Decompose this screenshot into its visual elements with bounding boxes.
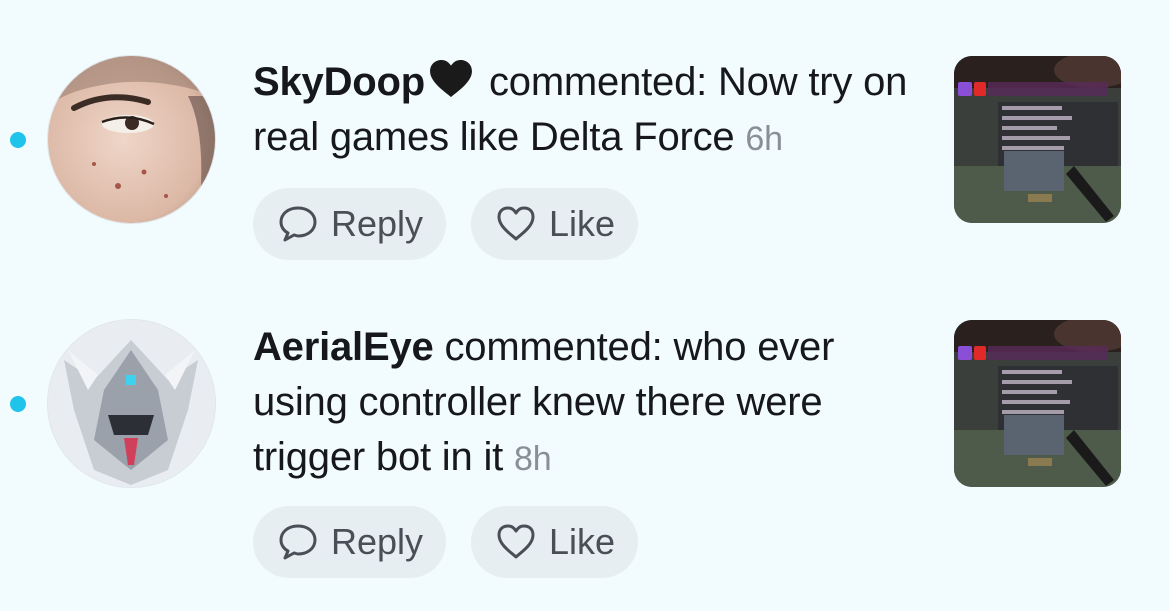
like-label: Like bbox=[549, 203, 616, 244]
like-button[interactable]: Like bbox=[471, 506, 638, 578]
notification-item[interactable]: AerialEye commented: who ever using cont… bbox=[0, 290, 1169, 611]
like-button[interactable]: Like bbox=[471, 188, 638, 260]
comment-action: commented: bbox=[488, 60, 708, 104]
reply-label: Reply bbox=[331, 521, 424, 562]
reply-button[interactable]: Reply bbox=[253, 506, 446, 578]
black-heart-icon bbox=[430, 59, 472, 98]
timestamp: 6h bbox=[745, 120, 783, 158]
video-thumbnail[interactable] bbox=[954, 320, 1121, 487]
reply-bubble-icon bbox=[279, 206, 317, 242]
unread-indicator bbox=[10, 132, 26, 148]
heart-outline-icon bbox=[497, 524, 535, 559]
unread-indicator bbox=[10, 396, 26, 412]
video-thumbnail[interactable] bbox=[954, 56, 1121, 223]
reply-button[interactable]: Reply bbox=[253, 188, 446, 260]
reply-bubble-icon bbox=[279, 524, 317, 560]
username[interactable]: SkyDoop bbox=[253, 60, 425, 104]
heart-outline-icon bbox=[497, 206, 535, 241]
comment-text: AerialEye commented: who ever using cont… bbox=[253, 320, 933, 487]
like-label: Like bbox=[549, 521, 616, 562]
comment-action: commented: bbox=[444, 325, 663, 369]
notification-item[interactable]: SkyDoop commented: Now try on real games… bbox=[0, 0, 1169, 290]
comment-text: SkyDoop commented: Now try on real games… bbox=[253, 55, 933, 167]
timestamp: 8h bbox=[513, 440, 552, 478]
avatar[interactable] bbox=[48, 56, 215, 223]
reply-label: Reply bbox=[331, 203, 424, 244]
username[interactable]: AerialEye bbox=[253, 325, 434, 369]
avatar[interactable] bbox=[48, 320, 215, 487]
